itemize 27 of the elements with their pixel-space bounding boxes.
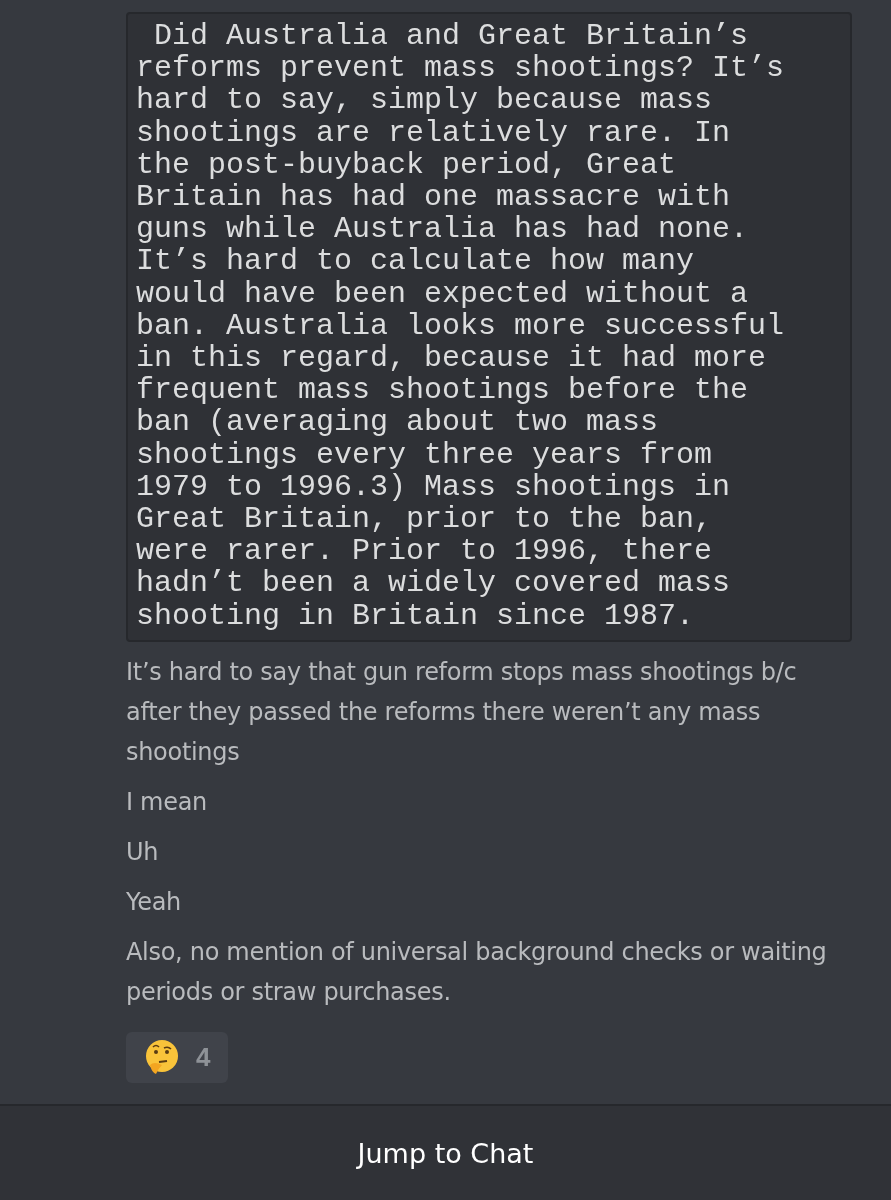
- code-line: the post-buyback period, Great: [136, 148, 678, 181]
- code-line: shootings every three years from: [136, 438, 714, 471]
- message-text: It’s hard to say that gun reform stops mass shootings b/c after they passed the reforms there weren’t any mass shootings: [126, 656, 798, 768]
- code-line: were rarer. Prior to 1996, there: [136, 535, 714, 568]
- code-line: Britain has had one massacre with: [136, 181, 732, 214]
- message-text: Uh: [126, 836, 160, 868]
- jump-to-chat-button[interactable]: Jump to Chat: [349, 1133, 542, 1173]
- message-text: Yeah: [126, 886, 182, 918]
- code-line: would have been expected without a: [136, 277, 750, 310]
- thinking-emoji-icon: [144, 1039, 180, 1076]
- code-line: shootings are relatively rare. In: [136, 116, 732, 149]
- code-line: frequent mass shootings before the: [136, 374, 750, 407]
- code-line: Great Britain, prior to the ban,: [136, 503, 714, 536]
- code-line: reforms prevent mass shootings? It’s: [136, 52, 786, 85]
- code-line: Did Australia and Great Britain’s: [153, 20, 750, 53]
- code-line: ban (averaging about two mass: [136, 406, 660, 439]
- message-text: Also, no mention of universal background checks or waiting periods or straw purchases.: [126, 936, 828, 1008]
- message-text: I mean: [126, 786, 208, 818]
- reaction-count: 4: [196, 1041, 211, 1073]
- code-line: hadn’t been a widely covered mass: [136, 567, 732, 600]
- code-line: 1979 to 1996.3) Mass shootings in: [136, 470, 732, 504]
- code-line: hard to say, simply because mass: [136, 84, 714, 117]
- code-line: shooting in Britain since 1987.: [136, 599, 696, 632]
- code-line: ban. Australia looks more successful: [136, 309, 786, 343]
- code-line: It’s hard to calculate how many: [136, 245, 696, 278]
- code-line: in this regard, because it had more: [136, 342, 768, 375]
- code-line: guns while Australia has had none.: [136, 213, 750, 246]
